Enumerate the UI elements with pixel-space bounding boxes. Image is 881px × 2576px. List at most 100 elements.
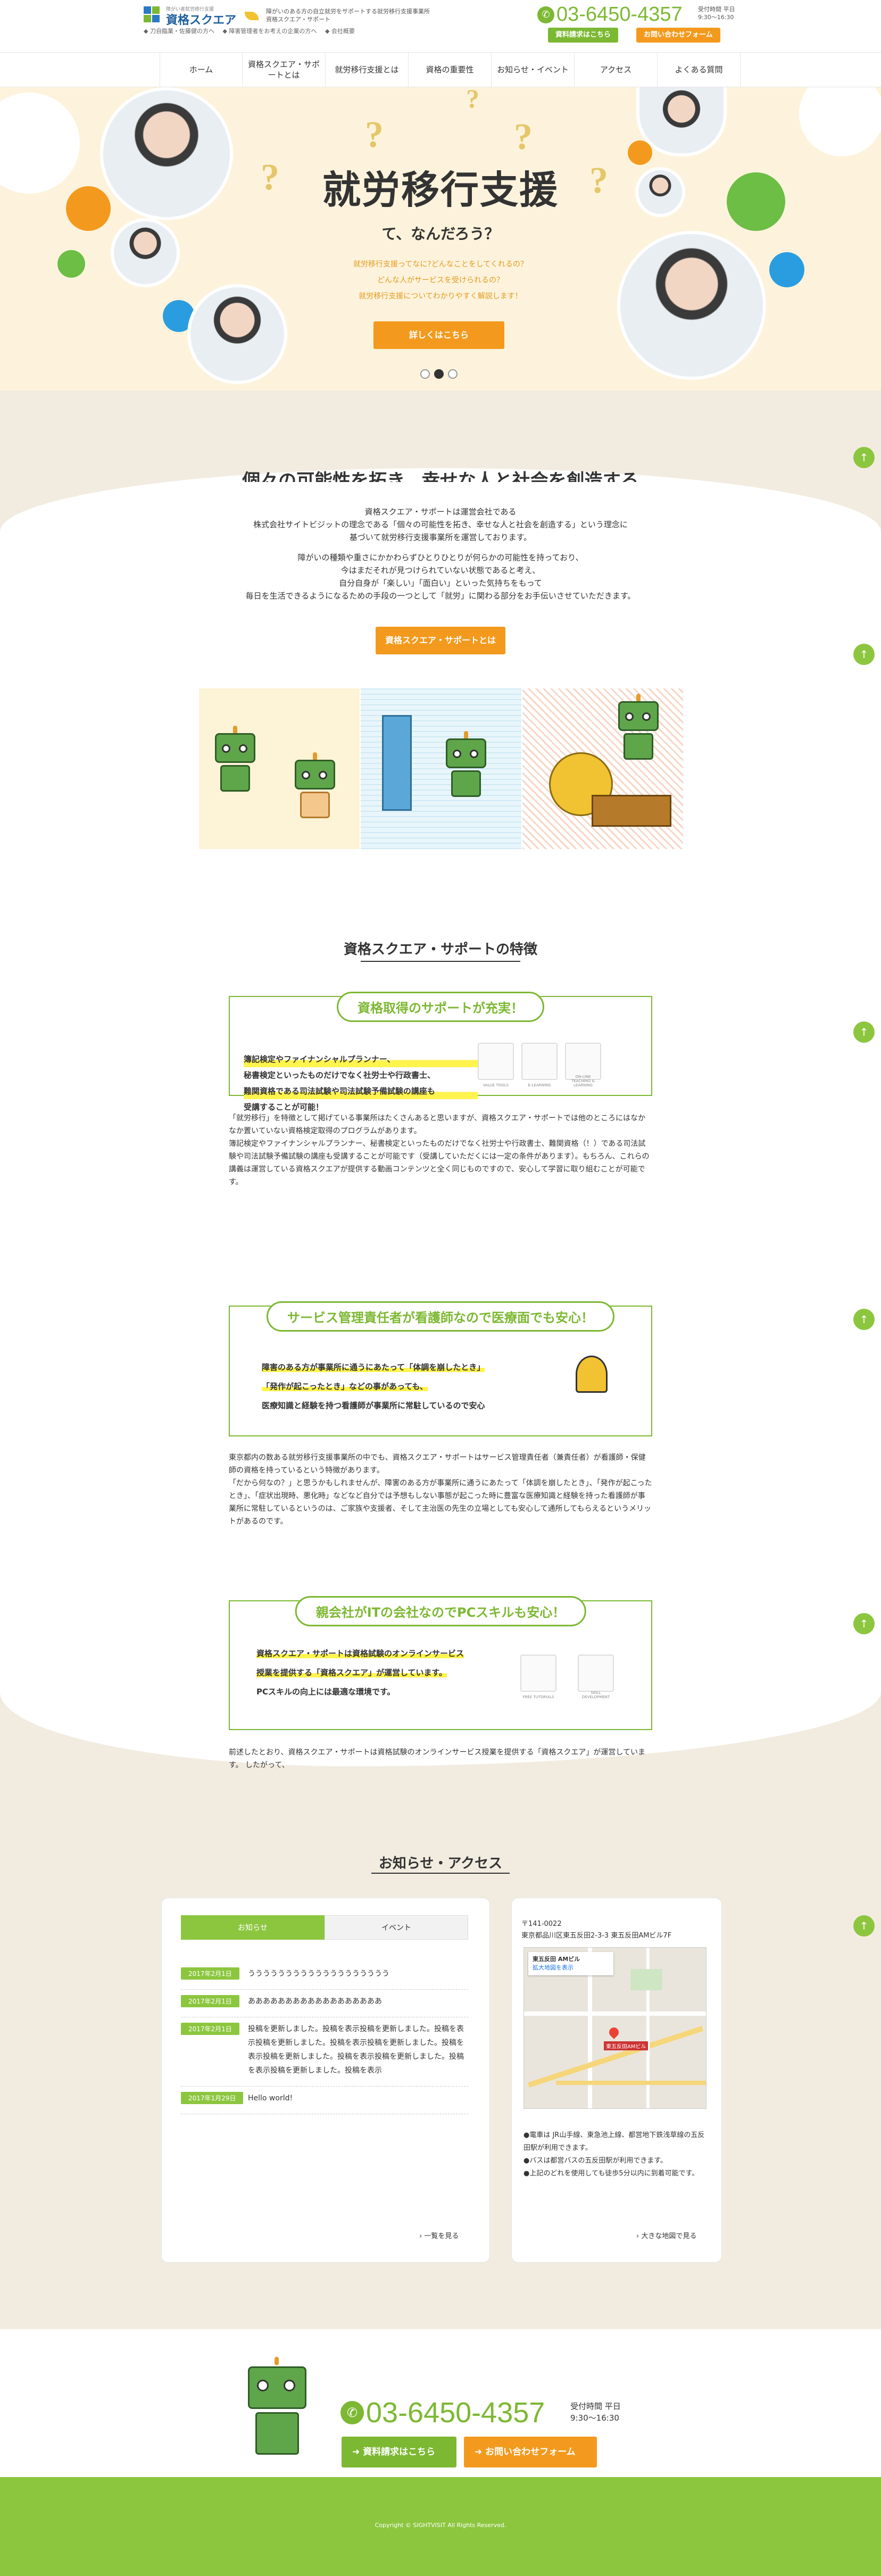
feature-paragraph: 「就労移行」を特徴として掲げている事業所はたくさんあると思いますが、資格スクエア…	[229, 1114, 646, 1135]
access-address: 〒141-0022 東京都品川区東五反田2-3-3 東五反田AMビル7F	[521, 1918, 713, 1942]
feature-box-nurse: サービス管理責任者が看護師なので医療面でも安心！ 障害のある方が事業所に通うにあ…	[229, 1301, 652, 1436]
news-date: 2017年1月29日	[181, 2092, 244, 2104]
hours-value: 9:30〜16:30	[698, 14, 734, 21]
feature-text: 簿記検定やファイナンシャルプランナー、 秘書検定といったものだけでなく社労士や行…	[244, 1051, 478, 1115]
tutorials-icon: FREE TUTORIALS	[520, 1655, 556, 1699]
cta-phone[interactable]: ✆ 03-6450-4357	[340, 2396, 545, 2429]
map-more-link[interactable]: › 大きな地図で見る	[636, 2230, 696, 2240]
feature-body: 東京都内の数ある就労移行支援事業所の中でも、資格スクエア・サポートはサービス管理…	[229, 1451, 652, 1528]
nav-news-events[interactable]: お知らせ・イベント	[492, 53, 575, 87]
contact-form-button[interactable]: お問い合わせフォーム	[636, 28, 720, 43]
feature-box-qualification: 資格取得のサポートが充実！ 簿記検定やファイナンシャルプランナー、 秘書検定とい…	[229, 992, 652, 1112]
news-more-link[interactable]: › 一覧を見る	[419, 2230, 459, 2240]
staff-photo	[100, 87, 233, 220]
tab-news[interactable]: お知らせ	[181, 1915, 325, 1940]
page-top-button[interactable]: ↑	[853, 644, 875, 665]
cta-form-button[interactable]: ➜ お問い合わせフォーム	[464, 2437, 597, 2467]
nav-faq[interactable]: よくある質問	[658, 53, 741, 87]
document-request-button[interactable]: 資料請求はこちら	[548, 28, 619, 43]
about-line: 株式会社サイトビジットの理念である「個々の可能性を拓き、幸せな人と社会を創造する…	[253, 520, 628, 529]
hero-questions: 就労移行支援ってなに?どんなことをしてくれるの？ どんな人がサービスを受けられる…	[292, 256, 589, 304]
news-item[interactable]: 2017年2月1日 ああああああああああああああああああ	[181, 1990, 468, 2017]
hours-label: 受付時間 平日	[698, 6, 735, 13]
page-top-button[interactable]: ↑	[853, 1309, 875, 1330]
hero-question: 就労移行支援ってなに?どんなことをしてくれるの？	[353, 260, 528, 269]
nav-qualification[interactable]: 資格の重要性	[409, 53, 492, 87]
about-text: 資格スクエア・サポートは運営会社である 株式会社サイトビジットの理念である「個々…	[201, 505, 680, 610]
slider-dot-active[interactable]	[434, 369, 444, 379]
hero-details-button[interactable]: 詳しくはこちら	[373, 321, 504, 349]
header-tagline: 障がいのある方の自立就労をサポートする就労移行支援事業所 資格スクエア・サポート	[266, 8, 430, 23]
elearning-icon: E-LEARNING	[521, 1043, 558, 1087]
feature-body: 「就労移行」を特徴として掲げている事業所はたくさんあると思いますが、資格スクエア…	[229, 1112, 652, 1189]
arrow-icon: ➜	[475, 2447, 486, 2457]
news-date: 2017年2月1日	[181, 2023, 239, 2035]
news-tabs: お知らせ イベント	[181, 1915, 468, 1940]
hero-question: 就労移行支援についてわかりやすく解説します！	[359, 292, 522, 301]
tab-events[interactable]: イベント	[325, 1915, 468, 1940]
address: 東京都品川区東五反田2-3-3 東五反田AMビル7F	[521, 1932, 672, 1940]
features-heading: 資格スクエア・サポートの特徴	[343, 942, 537, 958]
map-more-label: 大きな地図で見る	[641, 2232, 697, 2240]
leaf-icon	[245, 12, 259, 20]
news-card: お知らせ イベント 2017年2月1日 ううううううううううううううううううう …	[162, 1898, 489, 2262]
map-place-name: 東五反田 AMビル	[533, 1956, 580, 1963]
nav-access[interactable]: アクセス	[575, 53, 658, 87]
question-icon: ?	[466, 87, 479, 113]
feature-text: 障害のある方が事業所に通うにあたって「体調を崩したとき」 「発作が起こったとき」…	[262, 1358, 560, 1415]
page-top-button[interactable]: ↑	[853, 1915, 875, 1937]
page-top-button[interactable]: ↑	[853, 1021, 875, 1043]
hero-title: 就労移行支援	[322, 168, 559, 212]
about-line: 自分自身が「楽しい」「面白い」といった気持ちをもって	[339, 578, 542, 588]
copyright: Copyright © SIGHTVISIT All Rights Reserv…	[375, 2522, 506, 2529]
cta-hours-label: 受付時間 平日	[570, 2402, 621, 2411]
desk-icon	[592, 795, 671, 827]
news-list: 2017年2月1日 ううううううううううううううううううう 2017年2月1日 …	[181, 1962, 468, 2114]
heading-underline	[371, 1873, 510, 1874]
news-more-label: 一覧を見る	[424, 2232, 459, 2240]
sublink-individual[interactable]: ◆ 刀自臨業・佐藤健の方へ	[144, 28, 214, 35]
news-access-heading: お知らせ・アクセス	[378, 1856, 503, 1872]
page: { "header": { "logo_sub": "障がい者就労移行支援", …	[0, 0, 881, 2576]
news-item[interactable]: 2017年2月1日 ううううううううううううううううううう	[181, 1962, 468, 1990]
postal-code: 〒141-0022	[521, 1920, 562, 1928]
site-header: 障がい者就労移行支援 資格スクエア 障がいのある方の自立就労をサポートする就労移…	[0, 0, 881, 52]
feature-line: 秘書検定といったものだけでなく社労士や行政書士、	[244, 1070, 436, 1080]
page-top-button[interactable]: ↑	[853, 1613, 875, 1634]
hero-question: どんな人がサービスを受けられるの？	[377, 276, 504, 285]
header-hours: 受付時間 平日 9:30〜16:30	[698, 5, 735, 21]
access-note: ●上記のどれを使用しても徒歩5分以内に到着可能です。	[523, 2170, 699, 2178]
staff-photo	[111, 218, 180, 287]
about-button[interactable]: 資格スクエア・サポートとは	[376, 627, 505, 654]
sublink-company[interactable]: ◆ 障害管理者をお考えの企業の方へ	[222, 28, 317, 35]
cta-document-button[interactable]: ➜ 資料請求はこちら	[342, 2437, 456, 2467]
slider-dot[interactable]	[448, 369, 458, 379]
nav-about[interactable]: 資格スクエア・サポートとは	[243, 53, 326, 87]
cta-document-label: 資料請求はこちら	[363, 2447, 436, 2457]
feature-line: 「発作が起こったとき」などの事があっても、	[262, 1382, 428, 1391]
header-phone[interactable]: ✆ 03-6450-4357	[537, 3, 683, 26]
staff-photo	[187, 284, 287, 384]
news-item[interactable]: 2017年2月1日 投稿を更新しました。投稿を表示投稿を更新しました。投稿を表示…	[181, 2017, 468, 2087]
map-enlarge-link[interactable]: 拡大地図を表示	[533, 1964, 609, 1972]
feature-line: 簿記検定やファイナンシャルプランナー、	[244, 1051, 478, 1067]
online-teaching-icon: ON-LINE TEACHING & LEARNING	[565, 1043, 601, 1087]
map-pin-icon	[607, 2025, 621, 2039]
nav-employment-support[interactable]: 就労移行支援とは	[326, 53, 409, 87]
header-sublinks: ◆ 刀自臨業・佐藤健の方へ ◆ 障害管理者をお考えの企業の方へ ◆ 会社概要	[144, 27, 361, 35]
skill-icon: SKILL DEVELOPMENT	[578, 1655, 614, 1699]
feature-pill: 資格取得のサポートが充実！	[337, 992, 544, 1022]
hero-slider: ? ? ? ? ? 就労移行支援 て、なんだろう？ 就労移行支援ってなに?どんな…	[0, 87, 881, 390]
staff-photo	[635, 167, 685, 217]
slider-dot[interactable]	[420, 369, 430, 379]
office-illustration	[522, 688, 683, 849]
question-icon: ?	[261, 157, 279, 198]
logo-text: 資格スクエア	[166, 13, 237, 27]
feature-line: 医療知識と経験を持つ看護師が事業所に常駐しているので安心	[262, 1401, 485, 1410]
sublink-about[interactable]: ◆ 会社概要	[325, 28, 355, 35]
nav-home[interactable]: ホーム	[160, 53, 243, 87]
page-top-button[interactable]: ↑	[853, 447, 875, 468]
access-map[interactable]: 東五反田 AMビル 拡大地図を表示 東五反田AMビル	[523, 1947, 707, 2109]
feature-paragraph: 東京都内の数ある就労移行支援事業所の中でも、資格スクエア・サポートはサービス管理…	[229, 1453, 646, 1475]
news-item[interactable]: 2017年1月29日 Hello world!	[181, 2087, 468, 2114]
